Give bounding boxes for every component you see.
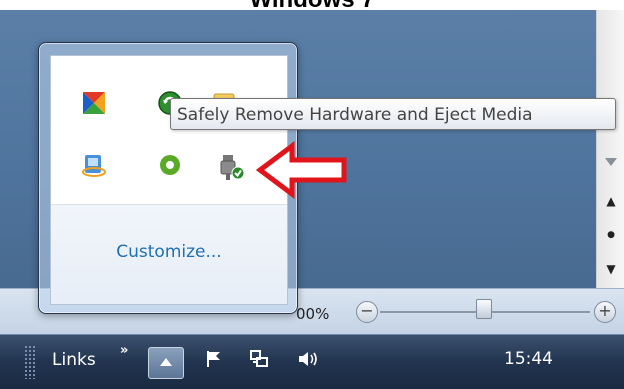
scroll-up-small-icon[interactable]: ▲ bbox=[597, 190, 624, 212]
network-icon[interactable] bbox=[81, 152, 106, 177]
scroll-mid-icon[interactable]: ● bbox=[597, 224, 624, 246]
skype-icon[interactable] bbox=[157, 152, 181, 176]
scroll-down-small-icon[interactable]: ▼ bbox=[597, 258, 624, 280]
tooltip: Safely Remove Hardware and Eject Media bbox=[170, 98, 616, 130]
zoom-out-button[interactable]: − bbox=[356, 301, 378, 323]
show-hidden-icons-button[interactable] bbox=[148, 347, 184, 379]
zoom-in-button[interactable]: + bbox=[594, 301, 616, 323]
network-tray-icon[interactable] bbox=[248, 349, 270, 374]
customize-area: Customize... bbox=[51, 205, 287, 304]
red-arrow-icon bbox=[256, 141, 347, 199]
avg-icon[interactable] bbox=[81, 90, 105, 114]
safely-remove-hardware-icon[interactable] bbox=[217, 152, 245, 180]
taskbar-grip[interactable] bbox=[24, 345, 36, 379]
zoom-level: 00% bbox=[296, 305, 330, 323]
action-center-flag-icon[interactable] bbox=[204, 349, 224, 374]
links-chevron-icon[interactable]: » bbox=[120, 343, 128, 358]
popup-content: Customize... bbox=[50, 55, 288, 305]
scroll-down-arrow-icon[interactable] bbox=[605, 158, 617, 166]
customize-link[interactable]: Customize... bbox=[51, 242, 287, 262]
clock[interactable]: 15:44 bbox=[504, 349, 553, 369]
zoom-slider-thumb[interactable] bbox=[476, 299, 492, 319]
taskbar: Links » 15:44 bbox=[0, 334, 624, 389]
links-toolbar-label[interactable]: Links bbox=[52, 350, 96, 370]
volume-icon[interactable] bbox=[296, 349, 320, 374]
vertical-scrollbar[interactable]: ▲ ● ▼ bbox=[596, 10, 624, 300]
